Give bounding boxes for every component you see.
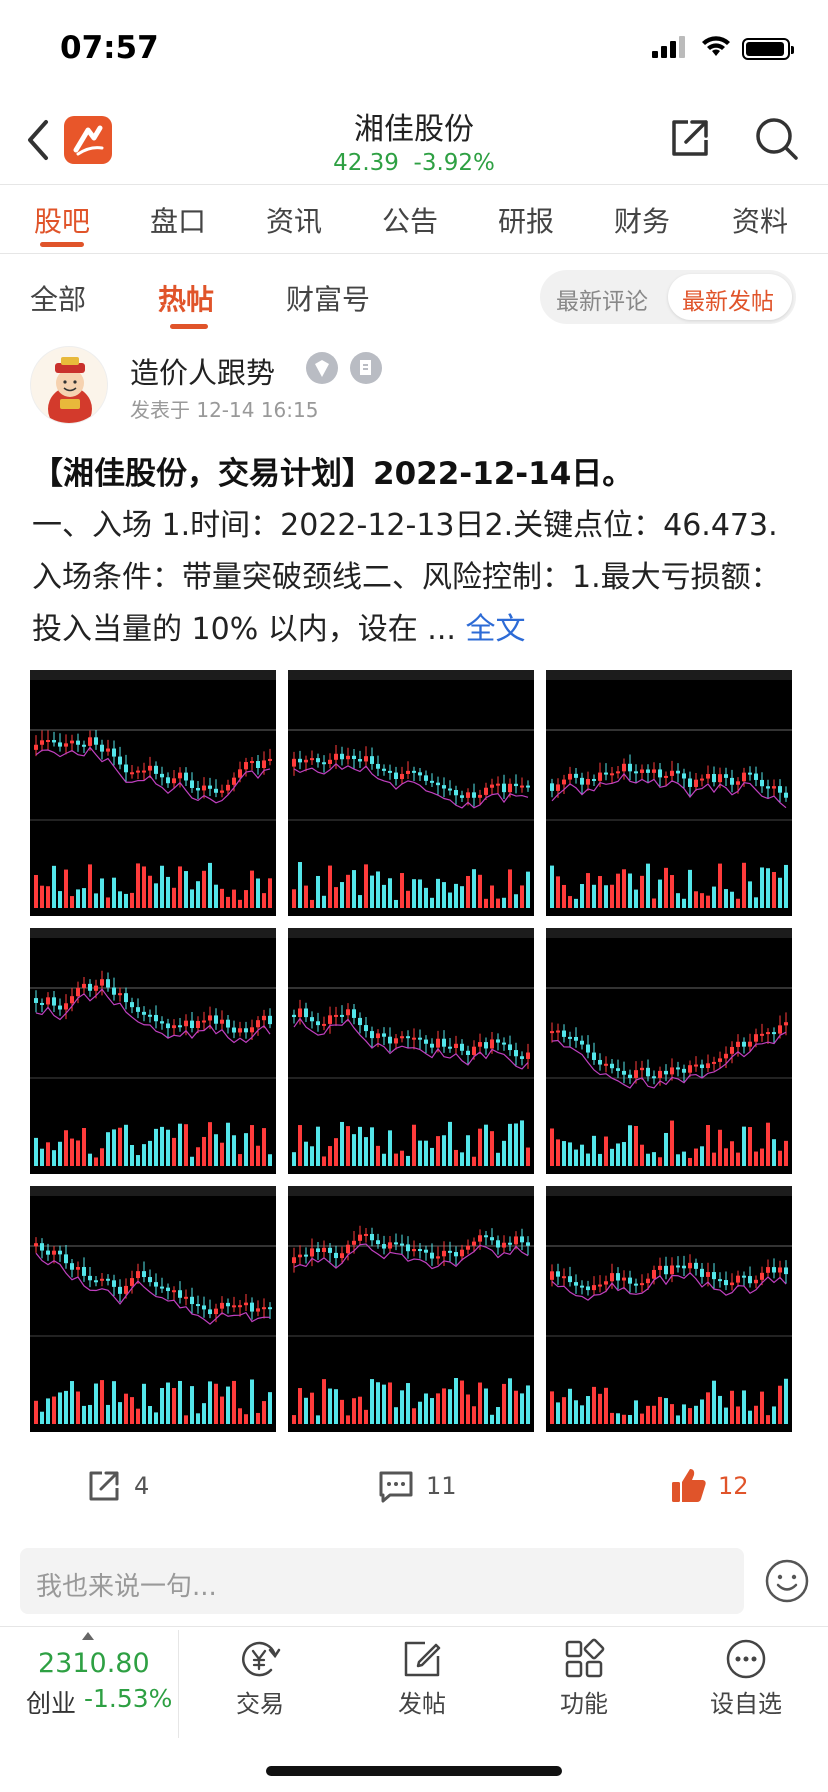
tab-guba[interactable]: 股吧 (34, 200, 90, 240)
share-count[interactable]: 4 (134, 1472, 149, 1500)
sort-latest-comment[interactable]: 最新评论 (556, 282, 648, 316)
comment-placeholder: 我也来说一句... (36, 1572, 217, 1602)
verified-badge-icon (306, 352, 338, 384)
sort-latest-post[interactable]: 最新发帖 (682, 282, 774, 316)
nav-trade[interactable]: 交易 (200, 1684, 320, 1719)
emoji-icon[interactable] (764, 1558, 810, 1604)
index-name[interactable]: 创业 (26, 1684, 76, 1720)
tab-announcements[interactable]: 公告 (382, 200, 438, 240)
author-name[interactable]: 造价人跟势 (130, 350, 275, 392)
chart-image-4[interactable] (30, 928, 276, 1174)
stock-change: -3.92% (413, 150, 495, 176)
post-body[interactable]: 一、入场 1.时间：2022-12-13日2.关键点位：46.473.入场条件：… (32, 500, 802, 656)
tabs-divider (0, 253, 828, 254)
chart-image-8[interactable] (288, 1186, 534, 1432)
subtab-hot[interactable]: 热帖 (158, 278, 214, 318)
nav-add-watchlist[interactable]: 设自选 (686, 1684, 806, 1719)
comment-count[interactable]: 11 (426, 1472, 457, 1500)
tab-news[interactable]: 资讯 (266, 200, 322, 240)
chart-image-7[interactable] (30, 1186, 276, 1432)
thumbs-up-icon[interactable] (670, 1466, 708, 1504)
bottom-bar-divider (0, 1626, 828, 1627)
active-tab-indicator (40, 242, 84, 247)
post-body-text: 一、入场 1.时间：2022-12-13日2.关键点位：46.473.入场条件：… (32, 508, 781, 647)
like-count[interactable]: 12 (718, 1472, 749, 1500)
tab-research[interactable]: 研报 (498, 200, 554, 240)
tab-pankou[interactable]: 盘口 (150, 200, 206, 240)
search-icon[interactable] (754, 116, 800, 162)
edit-icon[interactable] (362, 1636, 482, 1686)
more-icon[interactable] (686, 1636, 806, 1686)
nav-functions[interactable]: 功能 (524, 1684, 644, 1719)
share-icon[interactable] (86, 1468, 122, 1504)
header-divider (0, 184, 828, 185)
comment-icon[interactable] (378, 1470, 414, 1504)
tab-finance[interactable]: 财务 (614, 200, 670, 240)
index-change[interactable]: -1.53% (84, 1684, 172, 1713)
share-icon[interactable] (668, 116, 712, 160)
trade-icon[interactable] (200, 1636, 320, 1686)
chart-image-9[interactable] (546, 1186, 792, 1432)
nav-post[interactable]: 发帖 (362, 1684, 482, 1719)
avatar[interactable] (30, 346, 108, 424)
post-title[interactable]: 【湘佳股份，交易计划】2022-12-14日。 (32, 448, 633, 493)
chart-image-5[interactable] (288, 928, 534, 1174)
chart-image-2[interactable] (288, 670, 534, 916)
active-subtab-indicator (170, 324, 208, 329)
chart-image-3[interactable] (546, 670, 792, 916)
stock-price: 42.39 (333, 150, 399, 176)
battery-icon (742, 38, 794, 60)
apps-icon[interactable] (524, 1636, 644, 1686)
chart-image-1[interactable] (30, 670, 276, 916)
level-badge-icon (350, 352, 382, 384)
tab-profile[interactable]: 资料 (732, 200, 788, 240)
home-indicator (266, 1766, 562, 1776)
caret-up-icon (82, 1632, 94, 1640)
status-time: 07:57 (60, 30, 159, 66)
index-value[interactable]: 2310.80 (38, 1648, 150, 1679)
wifi-icon (702, 36, 730, 56)
subtab-all[interactable]: 全部 (30, 278, 86, 318)
subtab-caifuhao[interactable]: 财富号 (286, 278, 370, 318)
bottom-bar-separator (178, 1630, 179, 1738)
read-more-link[interactable]: 全文 (465, 612, 525, 647)
signal-icon (652, 36, 685, 58)
chart-image-6[interactable] (546, 928, 792, 1174)
post-time: 发表于 12-14 16:15 (130, 398, 319, 422)
